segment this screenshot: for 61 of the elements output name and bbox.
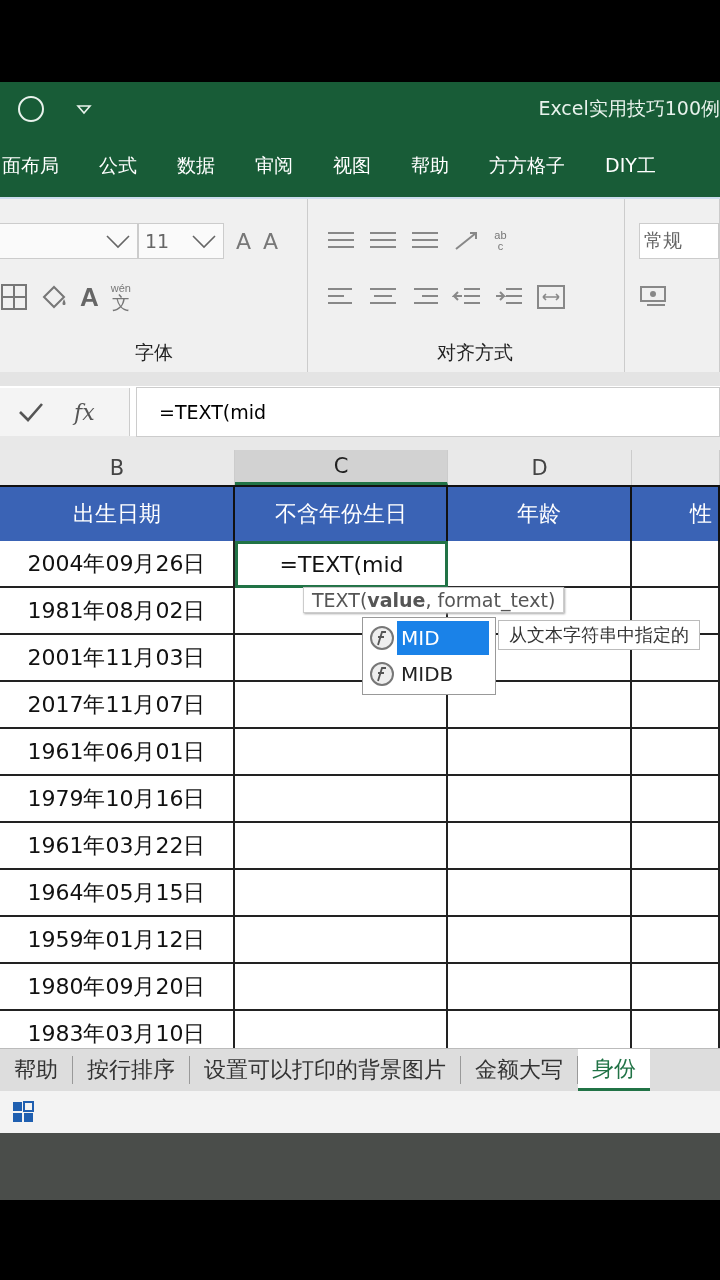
number-format-field[interactable]: 常规	[639, 223, 719, 259]
font-size-field[interactable]: 11	[138, 223, 224, 259]
chevron-down-icon	[105, 233, 131, 249]
paint-bucket-icon[interactable]	[40, 283, 68, 311]
dropdown-icon[interactable]	[76, 102, 92, 115]
ribbon-tab[interactable]: 审阅	[255, 153, 293, 179]
font-color-button[interactable]: A	[80, 281, 99, 313]
column-header[interactable]: B	[0, 450, 235, 485]
column-header[interactable]: D	[448, 450, 632, 485]
sheet-tab[interactable]: 按行排序	[73, 1056, 190, 1084]
phonetic-button[interactable]: wén 文	[110, 282, 131, 312]
ribbon-tab[interactable]: 帮助	[411, 153, 449, 179]
table-cell: 1979年10月16日	[0, 776, 235, 823]
borders-icon[interactable]	[0, 283, 28, 311]
ribbon-tab[interactable]: 公式	[99, 153, 137, 179]
sheet-tab[interactable]: 身份	[578, 1049, 650, 1091]
autocomplete-item[interactable]: MIDB	[365, 656, 493, 692]
group-label: 对齐方式	[436, 340, 515, 365]
function-icon	[369, 661, 395, 687]
formula-input[interactable]: =TEXT(mid	[136, 387, 720, 437]
ribbon-tab[interactable]: DIY工	[605, 153, 656, 179]
ribbon-tab[interactable]: 面布局	[2, 153, 59, 179]
column-header[interactable]: C	[235, 450, 448, 485]
header-cell: 出生日期	[0, 485, 235, 541]
grow-font-button[interactable]: A	[236, 228, 252, 254]
header-cell: 年龄	[448, 485, 632, 541]
function-description: 从文本字符串中指定的	[498, 620, 700, 650]
wrap-text-button[interactable]: ab c	[494, 230, 507, 252]
checkmark-icon[interactable]	[18, 401, 44, 423]
function-tooltip: TEXT(value, format_text)	[303, 587, 565, 613]
group-label: 字体	[133, 340, 174, 365]
sheet-tab[interactable]: 设置可以打印的背景图片	[190, 1056, 461, 1084]
ribbon-tab[interactable]: 方方格子	[489, 153, 565, 179]
function-icon	[369, 625, 395, 651]
circle-icon[interactable]	[16, 93, 46, 124]
ribbon-tab[interactable]: 数据	[177, 153, 215, 179]
table-cell: 1964年05月15日	[0, 870, 235, 917]
phonetic-pinyin: wén	[110, 282, 131, 294]
merge-cells-icon[interactable]	[536, 283, 567, 311]
table-cell: 1959年01月12日	[0, 917, 235, 964]
window-title: Excel实用技巧100例	[538, 95, 720, 121]
table-cell: 1961年06月01日	[0, 729, 235, 776]
phonetic-character: 文	[111, 293, 130, 312]
ribbon-tab[interactable]: 视图	[333, 153, 371, 179]
font-name-field[interactable]	[0, 223, 138, 259]
table-cell: 2004年09月26日	[0, 541, 235, 588]
font-size-value: 11	[145, 230, 170, 252]
table-cell: 2017年11月07日	[0, 682, 235, 729]
table-cell: 2001年11月03日	[0, 635, 235, 682]
insert-function-button[interactable]: fx	[74, 399, 95, 425]
shrink-font-button[interactable]: A	[263, 228, 279, 254]
table-cell: 1981年08月02日	[0, 588, 235, 635]
header-cell: 性	[632, 485, 720, 541]
wrap-text-label: c	[497, 241, 504, 252]
wrap-text-label: ab	[494, 230, 507, 241]
table-cell: 1980年09月20日	[0, 964, 235, 1011]
sheet-tab[interactable]: 帮助	[0, 1056, 73, 1084]
grid-view-icon[interactable]	[12, 1101, 34, 1123]
table-cell: 1961年03月22日	[0, 823, 235, 870]
header-cell: 不含年份生日	[235, 485, 448, 541]
chevron-down-icon	[191, 233, 217, 249]
